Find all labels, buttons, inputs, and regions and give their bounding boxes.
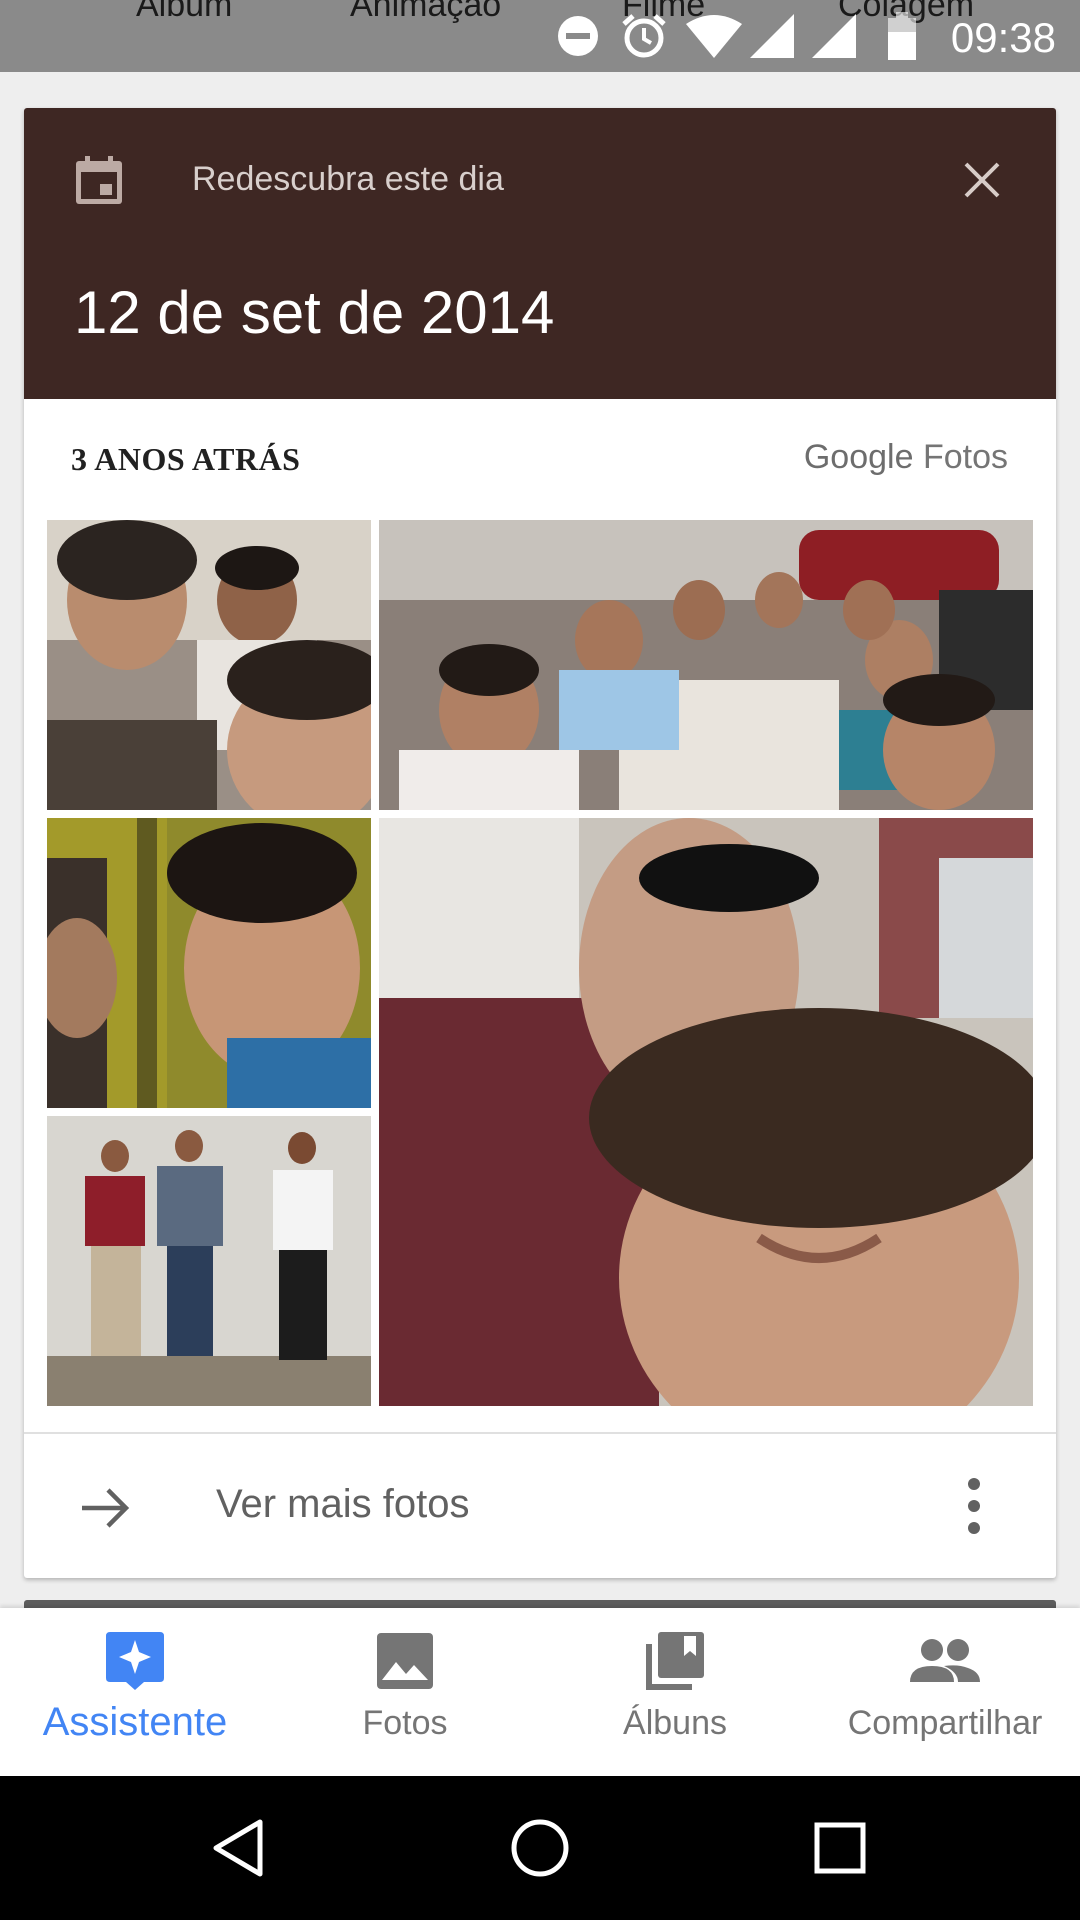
home-icon[interactable] — [508, 1816, 572, 1880]
bottom-navigation: Assistente Fotos Álbuns Compartilhar — [0, 1608, 1080, 1776]
more-vert-icon[interactable] — [964, 1476, 984, 1536]
card-header: Redescubra este dia 12 de set de 2014 — [24, 108, 1056, 399]
status-time: 09:38 — [950, 14, 1056, 61]
photo-selfie-car[interactable] — [379, 818, 1033, 1406]
alarm-icon — [622, 14, 666, 58]
albums-icon — [646, 1632, 704, 1690]
photo-icon — [377, 1633, 433, 1689]
nav-sharing-label: Compartilhar — [847, 1704, 1043, 1742]
photo-selfie-yellow-door[interactable] — [47, 818, 371, 1108]
background-tabs: Álbum Animação Filme Colagem — [0, 0, 1080, 36]
arrow-forward-icon — [82, 1488, 130, 1528]
photo-group-restaurant[interactable] — [379, 520, 1033, 810]
brand-product: Fotos — [922, 438, 1008, 476]
photo-three-friends-wall[interactable] — [47, 1116, 371, 1406]
nav-assistant[interactable]: Assistente — [0, 1608, 270, 1776]
calendar-icon — [76, 156, 122, 204]
background-tab-animation: Animação — [350, 0, 502, 24]
nav-albums[interactable]: Álbuns — [540, 1608, 810, 1776]
nav-sharing[interactable]: Compartilhar — [810, 1608, 1080, 1776]
status-bar: Álbum Animação Filme Colagem 09:38 — [0, 0, 1080, 72]
next-card-edge — [24, 1600, 1056, 1608]
nav-photos-label: Fotos — [362, 1704, 448, 1742]
system-navigation-bar — [0, 1776, 1080, 1920]
assistant-icon — [106, 1632, 164, 1690]
background-tab-album: Álbum — [136, 0, 233, 24]
see-more-photos-row[interactable]: Ver mais fotos — [24, 1434, 1056, 1578]
see-more-photos-label[interactable]: Ver mais fotos — [216, 1482, 469, 1527]
memory-date: 12 de set de 2014 — [74, 279, 555, 346]
people-icon — [910, 1639, 980, 1682]
card-subtitle: Redescubra este dia — [192, 160, 504, 198]
signal-icon-2 — [812, 14, 856, 58]
recents-icon[interactable] — [808, 1816, 872, 1880]
nav-photos[interactable]: Fotos — [270, 1608, 540, 1776]
close-icon[interactable] — [958, 156, 1006, 204]
google-photos-logo: Google Fotos — [804, 438, 1008, 477]
battery-icon — [888, 12, 916, 60]
years-ago-label: 3 ANOS ATRÁS — [71, 441, 301, 477]
nav-assistant-label: Assistente — [42, 1700, 228, 1744]
nav-albums-label: Álbuns — [623, 1704, 727, 1742]
wifi-icon — [686, 15, 742, 58]
back-icon[interactable] — [206, 1816, 270, 1880]
brand-google: Google — [803, 438, 914, 476]
signal-icon — [750, 14, 794, 58]
rediscover-memory-card[interactable]: Redescubra este dia 12 de set de 2014 3 … — [24, 108, 1056, 1578]
photo-selfie-three-friends[interactable] — [47, 520, 371, 810]
do-not-disturb-icon — [558, 16, 598, 56]
